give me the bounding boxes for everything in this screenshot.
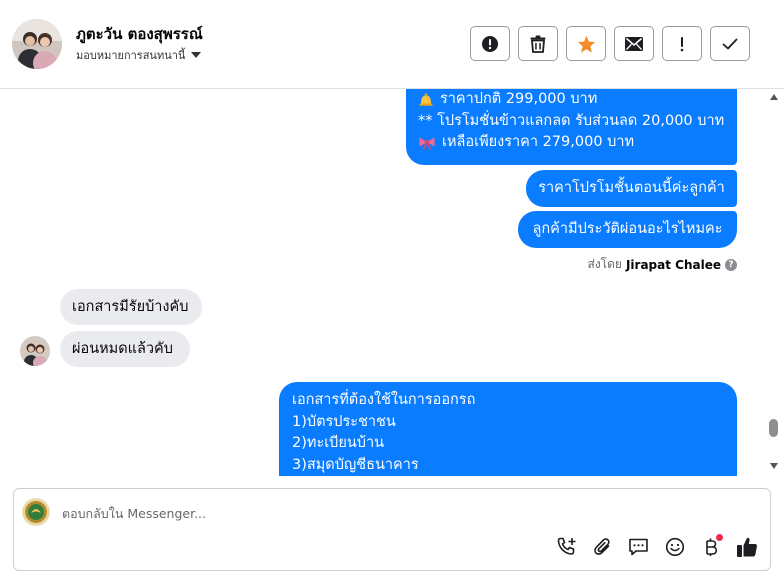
caret-down-icon <box>191 52 202 58</box>
saved-reply-icon <box>629 538 648 555</box>
emoji-icon <box>665 537 684 556</box>
contact-avatar-small[interactable] <box>20 336 50 366</box>
promo-line-3: เหลือเพียงราคา 279,000 บาท <box>418 132 725 154</box>
page-logo <box>22 498 50 526</box>
promo-line-3-text: เหลือเพียงราคา 279,000 บาท <box>442 134 635 150</box>
outgoing-message-promo[interactable]: ราคาปกติ 299,000 บาท ** โปรโมชั่นข้าวแลก… <box>406 89 737 165</box>
attach-button[interactable] <box>591 535 614 558</box>
contact-name[interactable]: ภูตะวัน ตองสุพรรณ์ <box>76 22 203 46</box>
message-thread[interactable]: ราคาปกติ 299,000 บาท ** โปรโมชั่นข้าวแลก… <box>0 89 768 476</box>
thumbs-up-icon <box>736 537 757 557</box>
mark-spam-button[interactable] <box>470 26 510 61</box>
scroll-up-arrow-icon[interactable] <box>770 94 778 100</box>
contact-avatar[interactable] <box>12 19 62 69</box>
like-button[interactable] <box>735 535 758 558</box>
incoming-message[interactable]: เอกสารมีรัยบ้างคับ <box>60 289 202 325</box>
payment-button[interactable] <box>699 534 723 558</box>
exclamation-icon <box>680 36 684 51</box>
trash-icon <box>530 35 546 53</box>
promo-line-2-text: ** โปรโมชั่นข้าวแลกลด รับส่วนลด 20,000 บ… <box>418 112 725 129</box>
call-add-button[interactable] <box>555 535 578 558</box>
outgoing-message[interactable]: ลูกค้ามีประวัติผ่อนอะไรไหมคะ <box>518 211 737 248</box>
mark-unread-button[interactable] <box>614 26 654 61</box>
header-actions <box>470 26 750 61</box>
notification-dot <box>716 534 723 541</box>
baht-icon <box>705 538 717 556</box>
incoming-message[interactable]: ผ่อนหมดแล้วคับ <box>60 331 190 367</box>
composer-tools <box>555 534 758 558</box>
envelope-icon <box>625 36 643 51</box>
mark-done-button[interactable] <box>710 26 750 61</box>
star-button[interactable] <box>566 26 606 61</box>
conversation-header: ภูตะวัน ตองสุพรรณ์ มอบหมายการสนทนานี้ <box>0 0 784 89</box>
outgoing-message-documents[interactable]: เอกสารที่ต้องใช้ในการออกรถ 1)บัตรประชาชน… <box>279 382 737 476</box>
message-composer <box>13 488 771 571</box>
ribbon-icon <box>419 137 435 150</box>
promo-line-2: ** โปรโมชั่นข้าวแลกลด รับส่วนลด 20,000 บ… <box>418 111 725 133</box>
delete-button[interactable] <box>518 26 558 61</box>
document-item: 3)สมุดบัญชีธนาคาร <box>292 456 419 473</box>
document-item: 2)ทะเบียนบ้าน <box>292 435 385 451</box>
promo-line-1-text: ราคาปกติ 299,000 บาท <box>440 91 598 107</box>
document-item: 1)บัตรประชาชน <box>292 413 396 430</box>
sent-by-prefix: ส่งโดย <box>587 257 622 271</box>
outgoing-message[interactable]: ราคาโปรโมชั้นตอนนี้ค่ะลูกค้า <box>526 170 737 207</box>
alert-circle-icon <box>482 35 498 52</box>
follow-up-button[interactable] <box>662 26 702 61</box>
sent-by-label: ส่งโดย Jirapat Chalee ? <box>560 255 737 274</box>
emoji-button[interactable] <box>663 535 686 558</box>
documents-title: เอกสารที่ต้องใช้ในการออกรถ <box>292 392 476 408</box>
checkmark-icon <box>722 38 738 49</box>
assign-conversation-dropdown[interactable]: มอบหมายการสนทนานี้ <box>76 46 202 64</box>
bell-icon <box>419 93 433 106</box>
saved-replies-button[interactable] <box>627 535 650 558</box>
call-add-icon <box>557 537 575 555</box>
paperclip-icon <box>593 537 610 555</box>
promo-line-1: ราคาปกติ 299,000 บาท <box>418 89 725 111</box>
reply-input[interactable] <box>62 504 542 522</box>
scroll-down-arrow-icon[interactable] <box>770 463 778 469</box>
assign-label: มอบหมายการสนทนานี้ <box>76 49 186 62</box>
sent-by-name[interactable]: Jirapat Chalee <box>626 258 721 272</box>
scrollbar-thumb[interactable] <box>769 419 778 437</box>
help-icon[interactable]: ? <box>725 258 737 271</box>
star-icon <box>577 35 595 53</box>
